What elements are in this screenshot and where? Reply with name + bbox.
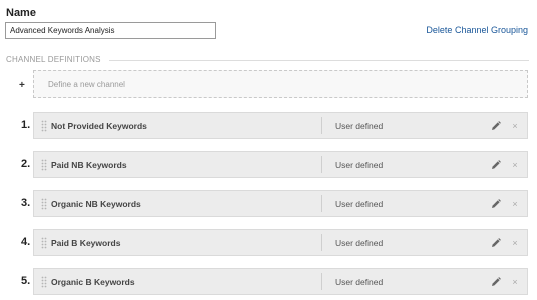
channel-row[interactable]: Organic B Keywords User defined ×	[33, 268, 528, 295]
delete-channel-grouping-link[interactable]: Delete Channel Grouping	[426, 25, 528, 35]
channel-type: User defined	[335, 159, 384, 170]
channel-name: Paid B Keywords	[51, 237, 121, 248]
channel-number: 4.	[21, 236, 31, 248]
drag-handle-icon[interactable]	[37, 120, 51, 132]
name-label: Name	[6, 7, 36, 19]
channel-name: Organic B Keywords	[51, 276, 135, 287]
channel-row[interactable]: Organic NB Keywords User defined ×	[33, 190, 528, 217]
pencil-icon[interactable]	[489, 198, 503, 209]
channel-name: Not Provided Keywords	[51, 120, 147, 131]
define-new-channel-label: Define a new channel	[48, 79, 125, 89]
channel-type: User defined	[335, 276, 384, 287]
channel-number: 1.	[21, 119, 31, 131]
channel-grouping-name-input[interactable]	[5, 22, 216, 39]
channel-number: 3.	[21, 197, 31, 209]
define-new-channel-button[interactable]: Define a new channel	[33, 70, 528, 98]
channel-type: User defined	[335, 120, 384, 131]
drag-handle-icon[interactable]	[37, 159, 51, 171]
channel-row[interactable]: Not Provided Keywords User defined ×	[33, 112, 528, 139]
channel-name: Organic NB Keywords	[51, 198, 141, 209]
channel-type: User defined	[335, 198, 384, 209]
pencil-icon[interactable]	[489, 276, 503, 287]
drag-handle-icon[interactable]	[37, 237, 51, 249]
channel-row[interactable]: Paid NB Keywords User defined ×	[33, 151, 528, 178]
close-icon[interactable]: ×	[509, 238, 521, 248]
channel-number: 2.	[21, 158, 31, 170]
add-channel-icon[interactable]: +	[19, 80, 25, 91]
close-icon[interactable]: ×	[509, 199, 521, 209]
pencil-icon[interactable]	[489, 237, 503, 248]
close-icon[interactable]: ×	[509, 277, 521, 287]
drag-handle-icon[interactable]	[37, 198, 51, 210]
channel-row[interactable]: Paid B Keywords User defined ×	[33, 229, 528, 256]
channel-name: Paid NB Keywords	[51, 159, 127, 170]
drag-handle-icon[interactable]	[37, 276, 51, 288]
close-icon[interactable]: ×	[509, 160, 521, 170]
pencil-icon[interactable]	[489, 159, 503, 170]
section-divider	[109, 60, 529, 61]
pencil-icon[interactable]	[489, 120, 503, 131]
channel-definitions-heading: CHANNEL DEFINITIONS	[6, 55, 101, 64]
channel-type: User defined	[335, 237, 384, 248]
close-icon[interactable]: ×	[509, 121, 521, 131]
channel-number: 5.	[21, 275, 31, 287]
